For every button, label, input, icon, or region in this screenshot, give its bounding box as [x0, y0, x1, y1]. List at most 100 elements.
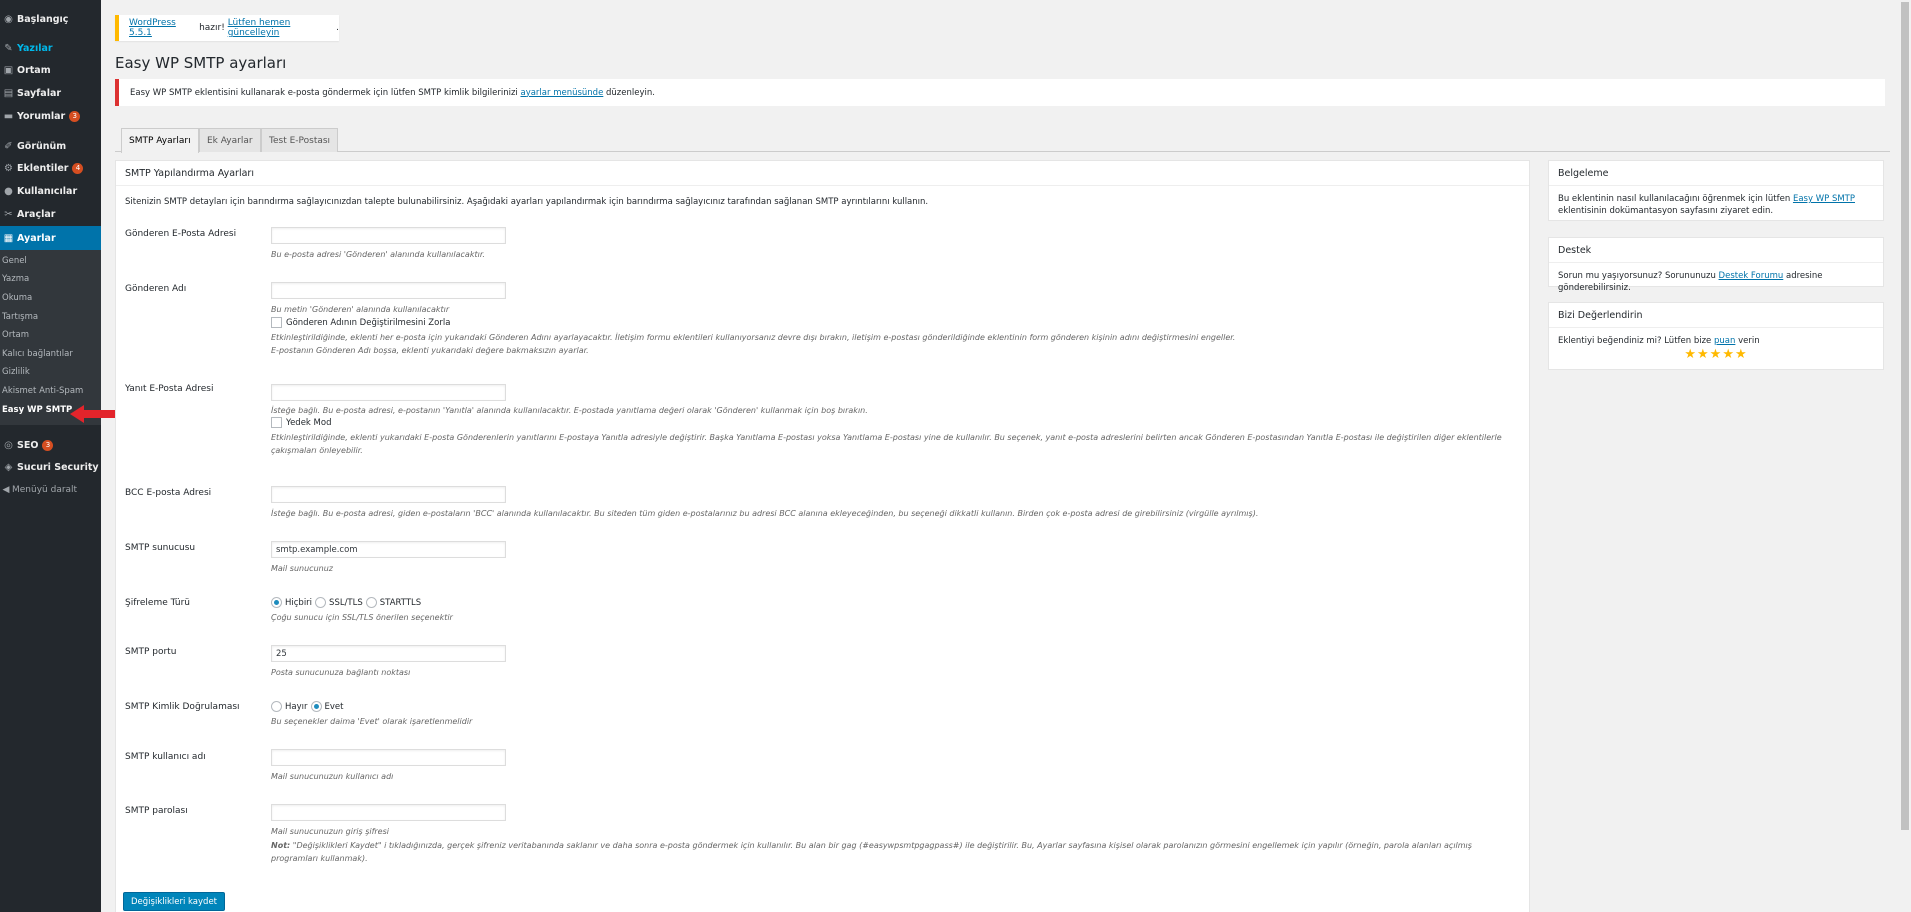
submenu-media[interactable]: Ortam: [2, 330, 29, 340]
submenu-reading[interactable]: Okuma: [2, 293, 32, 303]
from-name-desc: Bu metin 'Gönderen' alanında kullanılaca…: [271, 305, 450, 314]
encryption-radio-group: Hiçbiri SSL/TLS STARTTLS: [271, 597, 424, 608]
encryption-starttls-radio[interactable]: [365, 597, 377, 608]
scrollbar-thumb[interactable]: [1901, 2, 1909, 830]
update-notice: WordPress 5.5.1 hazır! Lütfen hemen günc…: [115, 15, 339, 41]
from-email-desc: Bu e-posta adresi 'Gönderen' alanında ku…: [271, 250, 485, 259]
submenu-discussion[interactable]: Tartışma: [2, 312, 38, 322]
encryption-ssl-radio[interactable]: [315, 597, 327, 608]
tab-test-email[interactable]: Test E-Postası: [261, 128, 339, 152]
rate-us-title: Bizi Değerlendirin: [1549, 303, 1883, 328]
menu-posts[interactable]: ✎ Yazılar: [0, 38, 101, 58]
menu-pages[interactable]: ▤ Sayfalar: [0, 83, 101, 103]
menu-sucuri-security[interactable]: ◈ Sucuri Security: [0, 457, 101, 477]
admin-sidebar: ◉ Başlangıç ✎ Yazılar ▣ Ortam ▤ Sayfalar ▬ Yo…: [0, 0, 101, 912]
force-from-name-desc: Etkinleştirildiğinde, eklenti her e-post…: [271, 333, 1236, 342]
seo-count-badge: 3: [42, 439, 54, 451]
tab-additional-settings[interactable]: Ek Ayarlar: [199, 128, 261, 152]
from-name-label: Gönderen Adı: [125, 284, 187, 294]
settings-menu-link[interactable]: ayarlar menüsünde: [520, 88, 603, 98]
red-arrow-icon: [70, 405, 120, 423]
force-from-name-option[interactable]: Gönderen Adının Değiştirilmesini Zorla: [271, 317, 450, 328]
smtp-password-desc: Mail sunucunuzun giriş şifresi: [271, 827, 389, 836]
save-changes-button[interactable]: Değişiklikleri kaydet: [123, 892, 226, 911]
documentation-title: Belgeleme: [1549, 161, 1883, 186]
support-box: Destek Sorun mu yaşıyorsunuz? Sorununuzu…: [1548, 237, 1884, 293]
menu-users[interactable]: ● Kullanıcılar: [0, 181, 101, 201]
menu-appearance[interactable]: ✐ Görünüm: [0, 136, 101, 156]
easy-wp-smtp-docs-link[interactable]: Easy WP SMTP: [1793, 194, 1855, 204]
collapse-label: Menüyü daralt: [12, 485, 78, 495]
update-now-link[interactable]: Lütfen hemen güncelleyin: [228, 18, 336, 38]
smtp-password-label: SMTP parolası: [125, 806, 188, 816]
smtp-host-input[interactable]: [271, 541, 506, 558]
support-forum-link[interactable]: Destek Forumu: [1719, 271, 1784, 281]
force-from-name-label: Gönderen Adının Değiştirilmesini Zorla: [286, 317, 451, 328]
rate-text-end: verin: [1735, 336, 1760, 346]
menu-tools[interactable]: ✂ Araçlar: [0, 204, 101, 224]
substitute-mode-desc: Etkinleştirildiğinde, eklenti yukarıdaki…: [271, 433, 1502, 442]
menu-dashboard[interactable]: ◉ Başlangıç: [0, 9, 101, 29]
menu-label: Eklentiler: [17, 162, 69, 174]
bcc-input[interactable]: [271, 486, 506, 503]
menu-comments[interactable]: ▬ Yorumlar 3: [0, 106, 101, 126]
settings-submenu: Genel Yazma Okuma Tartışma Ortam Kalıcı …: [0, 250, 101, 425]
dashboard-icon: ◉: [4, 13, 13, 25]
smtp-password-input[interactable]: [271, 804, 506, 821]
from-name-input[interactable]: [271, 282, 506, 299]
smtp-auth-no-radio[interactable]: [271, 701, 282, 712]
smtp-password-note-2: programları kullanmak).: [271, 854, 368, 863]
box-title: SMTP Yapılandırma Ayarları: [116, 161, 1529, 186]
menu-settings[interactable]: ▦ Ayarlar: [0, 226, 101, 250]
force-from-name-desc-2: E-postanın Gönderen Adı boşsa, eklenti y…: [271, 346, 589, 355]
error-text: Easy WP SMTP eklentisini kullanarak e-po…: [130, 87, 521, 98]
menu-plugins[interactable]: ⚙ Eklentiler 4: [0, 158, 101, 178]
substitute-mode-label: Yedek Mod: [286, 417, 332, 428]
plugins-count-badge: 4: [72, 162, 84, 174]
submenu-writing[interactable]: Yazma: [2, 274, 29, 284]
intro-text: Sitenizin SMTP detayları için barındırma…: [125, 197, 929, 207]
smtp-auth-option-label: Hayır: [285, 701, 308, 712]
settings-icon: ▦: [3, 232, 14, 244]
rate-link[interactable]: puan: [1714, 336, 1735, 346]
wordpress-version-link[interactable]: WordPress 5.5.1: [129, 18, 196, 38]
smtp-host-label: SMTP sunucusu: [125, 543, 196, 553]
bcc-desc: İsteğe bağlı. Bu e-posta adresi, giden e…: [271, 509, 1259, 518]
menu-label: Yorumlar: [17, 110, 66, 122]
reply-to-input[interactable]: [271, 384, 506, 401]
page-scrollbar[interactable]: [1899, 0, 1911, 912]
substitute-mode-option[interactable]: Yedek Mod: [271, 417, 331, 428]
smtp-auth-desc: Bu seçenekler daima 'Evet' olarak işaret…: [271, 717, 473, 726]
error-text-end: düzenleyin.: [603, 87, 655, 98]
substitute-mode-checkbox[interactable]: [271, 417, 282, 428]
note-text: "Değişiklikleri Kaydet" i tıkladığınızda…: [290, 841, 1472, 850]
rate-text: Eklentiyi beğendiniz mi? Lütfen bize: [1558, 336, 1714, 346]
smtp-username-label: SMTP kullanıcı adı: [125, 752, 206, 762]
rate-us-box: Bizi Değerlendirin Eklentiyi beğendiniz …: [1548, 302, 1884, 370]
submenu-easy-wp-smtp[interactable]: Easy WP SMTP: [2, 405, 72, 415]
support-text-start: Sorun mu yaşıyorsunuz? Sorununuzu: [1558, 271, 1719, 281]
rating-stars-icon[interactable]: ★★★★★: [1558, 348, 1874, 361]
submenu-akismet[interactable]: Akismet Anti-Spam: [2, 386, 83, 396]
pages-icon: ▤: [3, 87, 14, 99]
smtp-auth-label: SMTP Kimlik Doğrulaması: [125, 702, 240, 712]
tab-smtp-settings[interactable]: SMTP Ayarları: [121, 128, 199, 153]
pin-icon: ✎: [4, 42, 13, 54]
smtp-username-input[interactable]: [271, 749, 506, 766]
menu-seo[interactable]: ◎ SEO 3: [0, 435, 101, 455]
submenu-privacy[interactable]: Gizlilik: [2, 367, 30, 377]
menu-label: Araçlar: [17, 208, 56, 220]
force-from-name-checkbox[interactable]: [271, 317, 282, 328]
encryption-none-radio[interactable]: [271, 597, 282, 608]
collapse-menu-button[interactable]: ◀ Menüyü daralt: [0, 481, 78, 499]
menu-media[interactable]: ▣ Ortam: [0, 60, 101, 80]
smtp-auth-yes-radio[interactable]: [310, 701, 322, 712]
support-title: Destek: [1549, 238, 1883, 263]
submenu-general[interactable]: Genel: [2, 256, 27, 266]
from-email-input[interactable]: [271, 227, 506, 244]
bcc-label: BCC E-posta Adresi: [125, 488, 212, 498]
smtp-password-note: Not: "Değişiklikleri Kaydet" i tıkladığı…: [271, 839, 1511, 852]
encryption-option-label: STARTTLS: [379, 597, 422, 608]
smtp-port-input[interactable]: [271, 645, 506, 662]
submenu-permalinks[interactable]: Kalıcı bağlantılar: [2, 349, 73, 359]
